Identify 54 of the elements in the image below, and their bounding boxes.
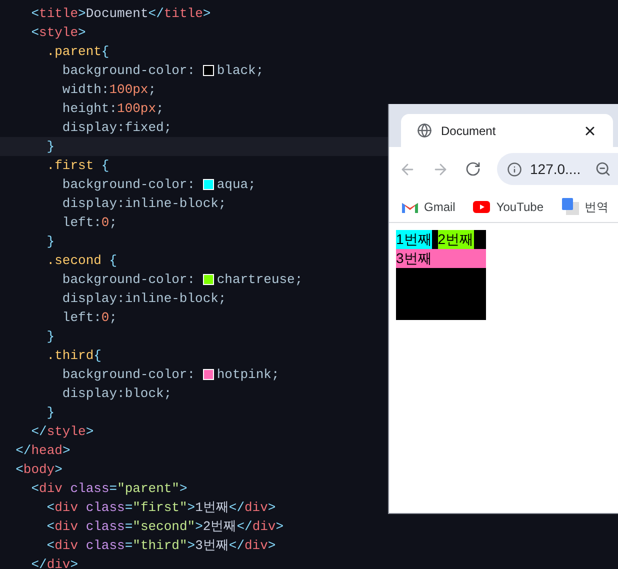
- browser-tab[interactable]: Document: [401, 114, 613, 147]
- colored-box: 1번째: [396, 230, 432, 249]
- info-icon: [507, 162, 522, 176]
- code-text: }: [46, 138, 55, 156]
- code-text: .parent{: [46, 43, 110, 61]
- bookmark-label: YouTube: [496, 198, 544, 216]
- code-text: background-color:: [61, 176, 196, 194]
- translate-icon: [562, 198, 578, 215]
- code-text: </style>: [30, 423, 94, 441]
- code-text: <div class="parent">: [30, 480, 188, 498]
- code-text: <div class="second">2번째</div>: [46, 518, 284, 536]
- code-text: <div class="first">1번째</div>: [46, 499, 276, 517]
- code-text: <style>: [30, 24, 86, 42]
- code-text: background-color:: [61, 62, 196, 80]
- bookmark-label: Gmail: [424, 198, 456, 216]
- code-text: display:inline-block;: [61, 290, 226, 308]
- code-text: hotpink;: [216, 366, 280, 384]
- bookmark[interactable]: 번역: [562, 198, 608, 216]
- code-text: height:100px;: [61, 100, 164, 118]
- code-text: </head>: [14, 442, 70, 460]
- address-bar[interactable]: 127.0....: [497, 153, 618, 185]
- bookmark[interactable]: Gmail: [402, 198, 456, 216]
- code-text: black;: [216, 62, 264, 80]
- colored-box: 2번째: [438, 230, 474, 249]
- code-text: chartreuse;: [216, 271, 303, 289]
- code-text: }: [46, 404, 55, 422]
- bookmark[interactable]: YouTube: [473, 198, 544, 216]
- code-text: }: [46, 328, 55, 346]
- code-text: <div class="third">3번째</div>: [46, 537, 276, 555]
- mail-icon: [402, 200, 418, 212]
- code-text: display:inline-block;: [61, 195, 226, 213]
- code-text: }: [46, 233, 55, 251]
- code-text: <body>: [14, 461, 62, 479]
- address-text: 127.0....: [530, 160, 581, 178]
- code-text: background-color:: [61, 366, 196, 384]
- code-text: display:block;: [61, 385, 172, 403]
- code-text: left:0;: [61, 309, 118, 327]
- code-text: display:fixed;: [61, 119, 172, 137]
- bookmark-label: 번역: [584, 198, 608, 216]
- tab-title: Document: [441, 122, 497, 140]
- colored-box: 3번째: [396, 249, 486, 268]
- globe-icon: [417, 123, 432, 138]
- code-text: aqua;: [216, 176, 256, 194]
- code-text: </div>: [30, 556, 78, 569]
- code-text: .first {: [46, 157, 110, 175]
- code-text: width:100px;: [61, 81, 156, 99]
- code-text: .second {: [46, 252, 118, 270]
- code-text: <title>Document</title>: [30, 5, 211, 23]
- code-text: background-color:: [61, 271, 196, 289]
- code-text: left:0;: [61, 214, 118, 232]
- play-icon: [473, 200, 490, 212]
- zoom-out-icon[interactable]: [594, 161, 611, 177]
- reload-icon[interactable]: [465, 161, 481, 177]
- code-text: .third{: [46, 347, 102, 365]
